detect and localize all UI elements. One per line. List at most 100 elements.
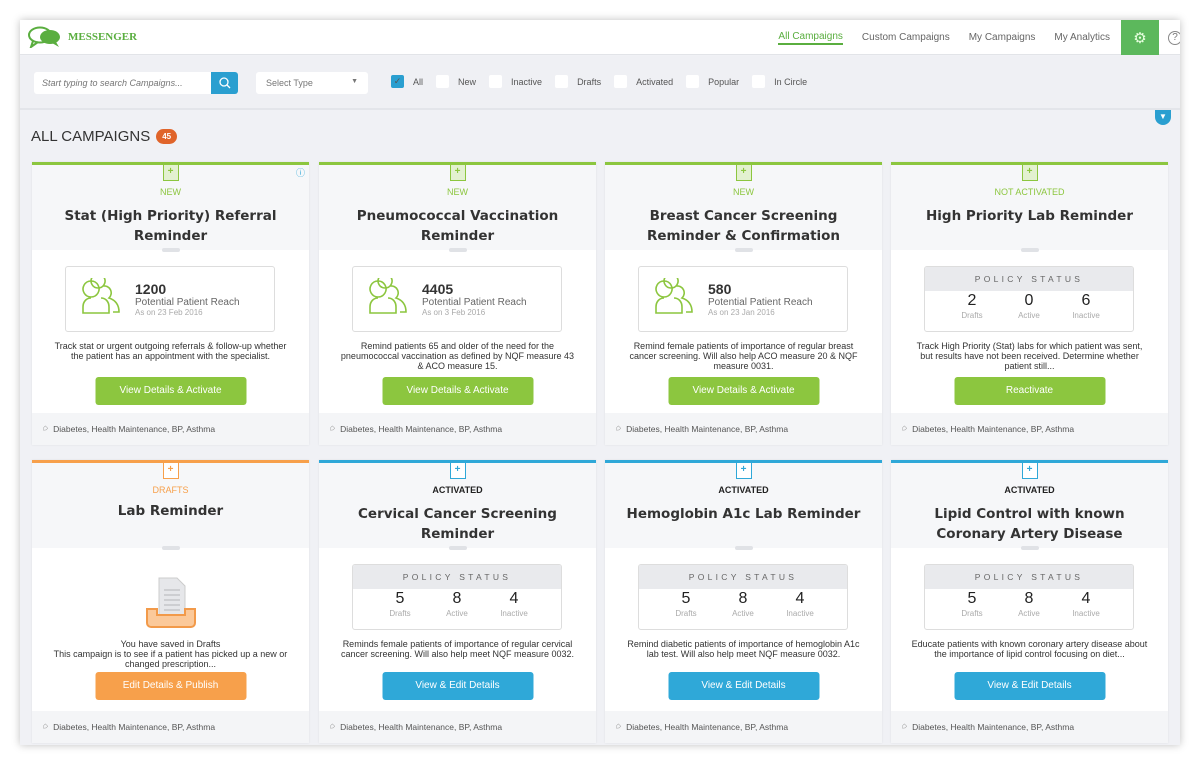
- policy-count-active: 8 Active: [1001, 589, 1058, 618]
- search-icon: [218, 77, 230, 89]
- card-header: + NOT ACTIVATED High Priority Lab Reminder: [891, 162, 1168, 252]
- status-label: NOT ACTIVATED: [994, 187, 1065, 197]
- tags-text: Diabetes, Health Maintenance, BP, Asthma: [912, 722, 1075, 732]
- policy-status-box: POLICY STATUS 2 Drafts 0 Active 6 Inactive: [924, 266, 1134, 332]
- logo[interactable]: MESSENGER: [28, 26, 137, 48]
- card-tags: ⌂ Diabetes, Health Maintenance, BP, Asthm…: [891, 711, 1168, 743]
- card-header: + NEW Breast Cancer Screening Reminder & C…: [605, 162, 882, 252]
- people-icon: [66, 272, 122, 321]
- filter-checkbox-all[interactable]: ✓ All: [391, 75, 423, 88]
- policy-count-drafts: 5 Drafts: [944, 589, 1001, 618]
- card-action-button[interactable]: View Details & Activate: [95, 377, 246, 405]
- count-label: Drafts: [675, 609, 697, 618]
- count-value: 4: [795, 590, 805, 607]
- filter-checkbox-popular[interactable]: Popular: [686, 75, 739, 88]
- reach-count: 4405: [422, 281, 454, 297]
- filter-toggle[interactable]: ▼: [1155, 110, 1171, 125]
- reach-label: Potential Patient Reach: [135, 297, 240, 308]
- checkbox[interactable]: [555, 75, 569, 88]
- count-value: 8: [452, 590, 462, 607]
- drafts-tray-icon: [145, 576, 197, 637]
- card-action-button[interactable]: Edit Details & Publish: [95, 672, 246, 700]
- policy-count-drafts: 2 Drafts: [944, 291, 1001, 320]
- checkbox[interactable]: [436, 75, 450, 88]
- count-label: Inactive: [1072, 311, 1100, 320]
- card-description: Educate patients with known coronary art…: [911, 639, 1148, 659]
- card-action-button[interactable]: View Details & Activate: [668, 377, 819, 405]
- ribbon-plus-icon: +: [449, 165, 466, 181]
- nav-my-analytics[interactable]: My Analytics: [1054, 32, 1110, 43]
- card-title: Lipid Control with known Coronary Artery…: [934, 506, 1125, 542]
- checkbox-label: Activated: [636, 76, 674, 87]
- card-description: Remind female patients of importance of …: [629, 341, 858, 371]
- filter-checkbox-inactive[interactable]: Inactive: [489, 75, 542, 88]
- card-title: Hemoglobin A1c Lab Reminder: [626, 506, 861, 522]
- caret-down-icon: ▼: [351, 78, 358, 85]
- card-body: 580 Potential Patient Reach As on 23 Jan 2…: [605, 250, 882, 413]
- filter-checkbox-in-circle[interactable]: In Circle: [752, 75, 807, 88]
- checkbox[interactable]: ✓: [391, 75, 404, 88]
- card-body: POLICY STATUS 5 Drafts 8 Active 4 Inactive Educ…: [891, 548, 1168, 711]
- reach-date: As on 3 Feb 2016: [422, 308, 486, 317]
- card-tags: ⌂ Diabetes, Health Maintenance, BP, Asthm…: [32, 711, 309, 743]
- info-icon[interactable]: ⓘ: [296, 166, 305, 179]
- policy-counts: 5 Drafts 8 Active 4 Inactive: [925, 589, 1133, 618]
- reach-text: 4405 Potential Patient Reach As on 3 Feb 2…: [422, 281, 527, 317]
- card-tags: ⌂ Diabetes, Health Maintenance, BP, Asthm…: [605, 413, 882, 445]
- card-body: POLICY STATUS 5 Drafts 8 Active 4 Inactive Remi…: [605, 548, 882, 711]
- card-title: Pneumococcal Vaccination Reminder: [356, 208, 559, 244]
- checkbox-label: New: [458, 76, 477, 87]
- nav-all-campaigns[interactable]: All Campaigns: [778, 31, 843, 45]
- count-value: 5: [395, 590, 405, 607]
- reach-date: As on 23 Jan 2016: [708, 308, 775, 317]
- card-action-button[interactable]: View & Edit Details: [382, 672, 533, 700]
- count-label: Drafts: [961, 311, 983, 320]
- count-value: 5: [967, 590, 977, 607]
- card-description: Remind patients 65 and older of the need…: [340, 341, 575, 371]
- settings-button[interactable]: ⚙: [1121, 20, 1159, 55]
- people-icon: [353, 272, 409, 321]
- nav-custom-campaigns[interactable]: Custom Campaigns: [862, 32, 950, 43]
- help-icon[interactable]: ?: [1168, 30, 1180, 45]
- policy-status-header: POLICY STATUS: [639, 565, 847, 589]
- filter-checkbox-drafts[interactable]: Drafts: [555, 75, 601, 88]
- card-action-button[interactable]: View & Edit Details: [954, 672, 1105, 700]
- checkbox[interactable]: [752, 75, 766, 88]
- card-tags: ⌂ Diabetes, Health Maintenance, BP, Asthm…: [605, 711, 882, 743]
- nav-my-campaigns[interactable]: My Campaigns: [969, 32, 1036, 43]
- count-value: 0: [1024, 292, 1034, 309]
- ribbon-plus-icon: +: [735, 165, 752, 181]
- card-action-button[interactable]: Reactivate: [954, 377, 1105, 405]
- policy-counts: 5 Drafts 8 Active 4 Inactive: [639, 589, 847, 618]
- tags-text: Diabetes, Health Maintenance, BP, Asthma: [912, 424, 1075, 434]
- app-window: MESSENGER All Campaigns Custom Campaigns…: [20, 20, 1180, 745]
- count-value: 4: [1081, 590, 1091, 607]
- search-button[interactable]: [211, 72, 238, 94]
- campaign-card: + NEW Breast Cancer Screening Reminder & C…: [605, 162, 882, 445]
- people-icon: [639, 272, 695, 321]
- policy-count-inactive: 4 Inactive: [486, 589, 543, 618]
- status-label: ACTIVATED: [432, 485, 483, 495]
- checkbox[interactable]: [614, 75, 628, 88]
- checkbox-label: In Circle: [774, 76, 808, 87]
- card-action-button[interactable]: View & Edit Details: [668, 672, 819, 700]
- card-body: 1200 Potential Patient Reach As on 23 Feb …: [32, 250, 309, 413]
- card-action-button[interactable]: View Details & Activate: [382, 377, 533, 405]
- campaign-card: + NEW Stat (High Priority) Referral Remind…: [32, 162, 309, 445]
- policy-count-inactive: 4 Inactive: [1058, 589, 1115, 618]
- count-label: Drafts: [961, 609, 983, 618]
- ribbon-plus-icon: +: [162, 463, 179, 479]
- type-select[interactable]: Select Type ▼: [256, 72, 368, 94]
- checkbox[interactable]: [489, 75, 503, 88]
- card-header: + DRAFTS Lab Reminder: [32, 460, 309, 550]
- reach-label: Potential Patient Reach: [708, 297, 813, 308]
- campaign-card: + DRAFTS Lab Reminder You have saved in Dra…: [32, 460, 309, 743]
- card-header: + ACTIVATED Lipid Control with known Coron…: [891, 460, 1168, 550]
- checkbox[interactable]: [686, 75, 700, 88]
- search-input[interactable]: [34, 72, 211, 94]
- filter-checkbox-activated[interactable]: Activated: [614, 75, 673, 88]
- filter-checkbox-new[interactable]: New: [436, 75, 476, 88]
- policy-counts: 5 Drafts 8 Active 4 Inactive: [353, 589, 561, 618]
- count-value: 8: [1024, 590, 1034, 607]
- policy-count-drafts: 5 Drafts: [372, 589, 429, 618]
